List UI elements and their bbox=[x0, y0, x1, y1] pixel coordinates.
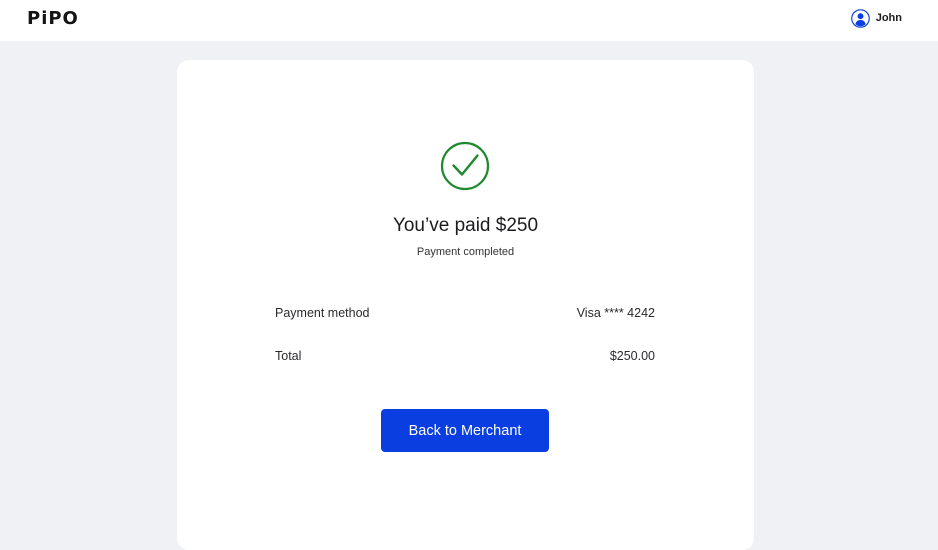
payment-method-value: Visa **** 4242 bbox=[576, 306, 655, 320]
top-bar: PiPO John bbox=[0, 0, 938, 41]
payment-method-label: Payment method bbox=[275, 306, 370, 320]
payment-method-row: Payment method Visa **** 4242 bbox=[275, 306, 655, 320]
payment-status: Payment completed bbox=[416, 246, 515, 258]
user-avatar-icon bbox=[850, 8, 870, 28]
user-name: John bbox=[875, 12, 902, 24]
back-to-merchant-button[interactable]: Back to Merchant bbox=[381, 409, 549, 452]
brand-logo[interactable]: PiPO bbox=[27, 8, 79, 29]
total-label: Total bbox=[275, 349, 302, 363]
user-menu[interactable]: John bbox=[850, 8, 902, 28]
total-value: $250.00 bbox=[609, 349, 655, 363]
total-row: Total $250.00 bbox=[275, 349, 655, 363]
check-circle-icon bbox=[440, 141, 490, 191]
payment-confirmation-card: You’ve paid $250 Payment completed Payme… bbox=[177, 60, 754, 550]
payment-title: You’ve paid $250 bbox=[392, 215, 539, 236]
